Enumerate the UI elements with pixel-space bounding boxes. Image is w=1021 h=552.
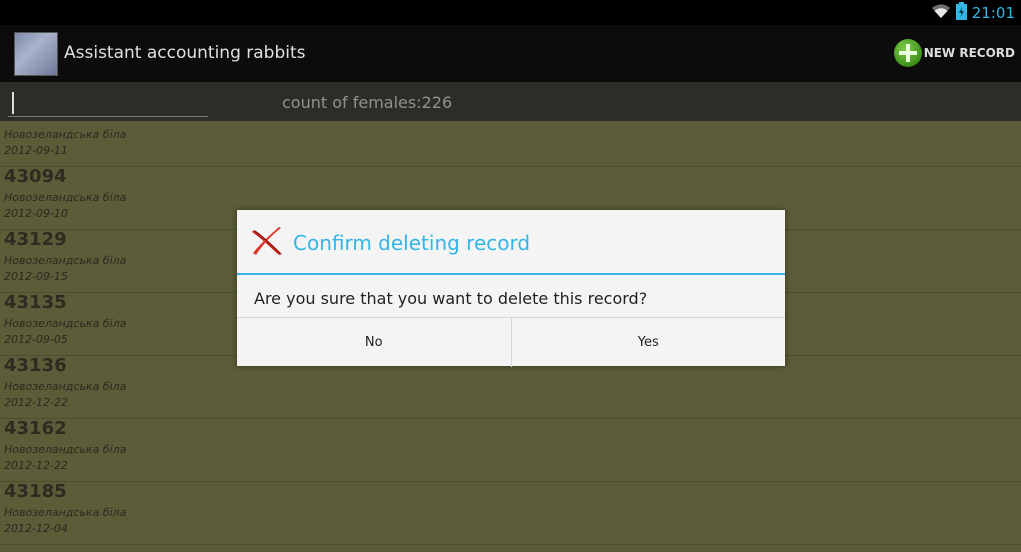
record-date: 2012-12-22 — [4, 396, 68, 409]
dialog-title: Confirm deleting record — [293, 231, 531, 255]
text-cursor — [12, 92, 14, 114]
list-item[interactable]: 43162 Новозеландська біла 2012-12-22 — [0, 418, 1021, 482]
list-item[interactable]: 43185 Новозеландська біла 2012-12-04 — [0, 481, 1021, 545]
search-input[interactable] — [8, 86, 208, 117]
record-breed: Новозеландська біла — [4, 317, 127, 330]
record-breed: Новозеландська біла — [4, 191, 127, 204]
app-icon[interactable] — [14, 32, 58, 76]
record-id: 43094 — [4, 166, 67, 187]
record-breed: Новозеландська біла — [4, 380, 127, 393]
filter-bar: count of females:226 — [0, 82, 1021, 121]
action-bar: Assistant accounting rabbits NEW RECORD — [0, 25, 1021, 83]
no-button[interactable]: No — [237, 318, 511, 367]
record-date: 2012-12-04 — [4, 522, 68, 535]
record-id: 43136 — [4, 355, 67, 376]
confirm-delete-dialog: Confirm deleting record Are you sure tha… — [237, 210, 785, 367]
record-id: 43162 — [4, 418, 67, 439]
record-id: 43135 — [4, 292, 67, 313]
record-date: 2012-09-10 — [4, 207, 68, 220]
yes-button[interactable]: Yes — [510, 318, 786, 367]
add-icon — [893, 39, 922, 67]
record-id: 43093 — [4, 121, 67, 124]
record-date: 2012-09-11 — [4, 144, 68, 157]
status-time: 21:01 — [971, 3, 1015, 22]
record-breed: Новозеландська біла — [4, 128, 127, 141]
new-record-button[interactable]: NEW RECORD — [893, 38, 1015, 68]
battery-icon — [955, 1, 967, 24]
record-id: 43129 — [4, 229, 67, 250]
dialog-header: Confirm deleting record — [237, 210, 785, 275]
record-date: 2012-09-05 — [4, 333, 68, 346]
record-breed: Новозеландська біла — [4, 506, 127, 519]
status-icons: 21:01 — [931, 1, 1015, 24]
list-item[interactable]: 43093 Новозеландська біла 2012-09-11 — [0, 121, 1021, 167]
record-breed: Новозеландська біла — [4, 254, 127, 267]
delete-x-icon — [251, 226, 285, 256]
record-date: 2012-09-15 — [4, 270, 68, 283]
dialog-message: Are you sure that you want to delete thi… — [254, 289, 648, 308]
record-id: 43185 — [4, 481, 67, 502]
status-bar: 21:01 — [0, 0, 1021, 25]
female-count: count of females:226 — [282, 93, 453, 112]
dialog-buttons: No Yes — [237, 317, 785, 367]
record-breed: Новозеландська біла — [4, 443, 127, 456]
record-date: 2012-12-22 — [4, 459, 68, 472]
app-title: Assistant accounting rabbits — [64, 43, 306, 63]
new-record-label: NEW RECORD — [923, 46, 1015, 60]
wifi-icon — [931, 3, 951, 23]
